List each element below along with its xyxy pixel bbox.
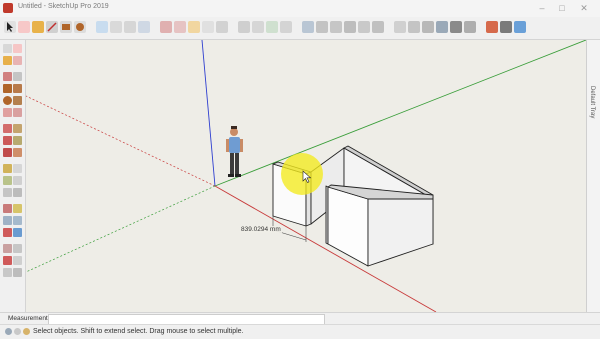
zoom-extents-icon[interactable]	[138, 21, 150, 33]
measurements-label: Measurements	[8, 315, 51, 322]
line-tool-icon[interactable]	[3, 72, 12, 81]
circle-tool-icon[interactable]	[3, 96, 12, 105]
rect-icon[interactable]	[60, 21, 72, 33]
select-tool-icon[interactable]	[3, 44, 12, 53]
section-cut-tool-icon[interactable]	[13, 268, 22, 277]
xray-icon[interactable]	[394, 21, 406, 33]
scene-canvas	[26, 40, 586, 312]
right-icon[interactable]	[344, 21, 356, 33]
blue-axis	[201, 40, 216, 187]
section-plane-tool-icon[interactable]	[13, 256, 22, 265]
geo-location-icon[interactable]	[5, 328, 12, 335]
push-pull-tool-icon[interactable]	[13, 124, 22, 133]
maximize-button[interactable]: □	[552, 0, 572, 16]
pan-tool-icon[interactable]	[13, 204, 22, 213]
tape-icon[interactable]	[238, 21, 250, 33]
protractor-tool-icon[interactable]	[3, 176, 12, 185]
rectangle-tool-icon[interactable]	[3, 84, 12, 93]
zoom-icon[interactable]	[124, 21, 136, 33]
zoom-tool-icon[interactable]	[3, 216, 12, 225]
select-icon[interactable]	[4, 21, 16, 33]
follow-me-tool-icon[interactable]	[13, 136, 22, 145]
move-icon[interactable]	[174, 21, 186, 33]
credits-icon[interactable]	[14, 328, 21, 335]
textured-icon[interactable]	[450, 21, 462, 33]
left-toolbar	[0, 40, 26, 312]
hidden-line-icon[interactable]	[422, 21, 434, 33]
move-tool-icon[interactable]	[3, 124, 12, 133]
extension-icon[interactable]	[500, 21, 512, 33]
top-icon[interactable]	[316, 21, 328, 33]
help-icon[interactable]	[23, 328, 30, 335]
circle-icon[interactable]	[74, 21, 86, 33]
paint-tool-icon[interactable]	[3, 56, 12, 65]
tray-label: Default Tray	[589, 86, 595, 119]
scale-tool-icon[interactable]	[3, 148, 12, 157]
front-icon[interactable]	[330, 21, 342, 33]
arc-tool-icon[interactable]	[3, 108, 12, 117]
sketchup-app-icon	[3, 3, 13, 13]
minimize-button[interactable]: –	[532, 0, 552, 16]
red-axis-dotted	[26, 95, 216, 187]
eraser-icon[interactable]	[18, 21, 30, 33]
green-axis	[214, 40, 586, 187]
rotated-rect-tool-icon[interactable]	[13, 84, 22, 93]
offset-icon[interactable]	[216, 21, 228, 33]
axes-tool-icon[interactable]	[3, 188, 12, 197]
title-bar: Untitled - SketchUp Pro 2019 – □ ✕	[0, 0, 600, 18]
zoom-extents-tool-icon[interactable]	[3, 228, 12, 237]
window-title: Untitled - SketchUp Pro 2019	[18, 3, 109, 10]
push-pull-icon[interactable]	[160, 21, 172, 33]
scale-figure	[226, 126, 243, 177]
main-toolbar	[0, 17, 600, 40]
eraser-tool-icon[interactable]	[13, 44, 22, 53]
orbit-tool-icon[interactable]	[3, 204, 12, 213]
scale-icon[interactable]	[202, 21, 214, 33]
close-button[interactable]: ✕	[574, 0, 594, 16]
status-bar: Select objects. Shift to extend select. …	[0, 324, 600, 339]
section-display-tool-icon[interactable]	[3, 268, 12, 277]
offset-tool-icon[interactable]	[13, 148, 22, 157]
paint-icon[interactable]	[32, 21, 44, 33]
warehouse-icon[interactable]	[486, 21, 498, 33]
iso-icon[interactable]	[302, 21, 314, 33]
eraser-alt-tool-icon[interactable]	[13, 56, 22, 65]
rotate-icon[interactable]	[188, 21, 200, 33]
dimension-label: 839.0294 mm	[240, 226, 282, 233]
line-icon[interactable]	[46, 21, 58, 33]
text-tool-icon[interactable]	[13, 176, 22, 185]
pan-icon[interactable]	[110, 21, 122, 33]
polygon-tool-icon[interactable]	[13, 96, 22, 105]
look-around-tool-icon[interactable]	[3, 256, 12, 265]
back-icon[interactable]	[358, 21, 370, 33]
monochrome-icon[interactable]	[464, 21, 476, 33]
shaded-icon[interactable]	[436, 21, 448, 33]
section-icon[interactable]	[280, 21, 292, 33]
cursor-highlight	[281, 153, 323, 195]
3d-text-tool-icon[interactable]	[13, 188, 22, 197]
position-camera-tool-icon[interactable]	[3, 244, 12, 253]
walk-tool-icon[interactable]	[13, 244, 22, 253]
dimension-tool-icon[interactable]	[13, 164, 22, 173]
default-tray[interactable]: Default Tray	[586, 40, 600, 312]
status-text: Select objects. Shift to extend select. …	[33, 328, 244, 335]
freehand-tool-icon[interactable]	[13, 72, 22, 81]
drawing-viewport[interactable]: 839.0294 mm	[26, 40, 586, 312]
previous-view-tool-icon[interactable]	[13, 228, 22, 237]
layout-icon[interactable]	[514, 21, 526, 33]
left-icon[interactable]	[372, 21, 384, 33]
text-icon[interactable]	[252, 21, 264, 33]
green-axis-dotted	[26, 185, 216, 273]
orbit-icon[interactable]	[96, 21, 108, 33]
tape-tool-icon[interactable]	[3, 164, 12, 173]
wireframe-icon[interactable]	[408, 21, 420, 33]
zoom-window-tool-icon[interactable]	[13, 216, 22, 225]
pie-tool-icon[interactable]	[13, 108, 22, 117]
axes-icon[interactable]	[266, 21, 278, 33]
rotate-tool-icon[interactable]	[3, 136, 12, 145]
